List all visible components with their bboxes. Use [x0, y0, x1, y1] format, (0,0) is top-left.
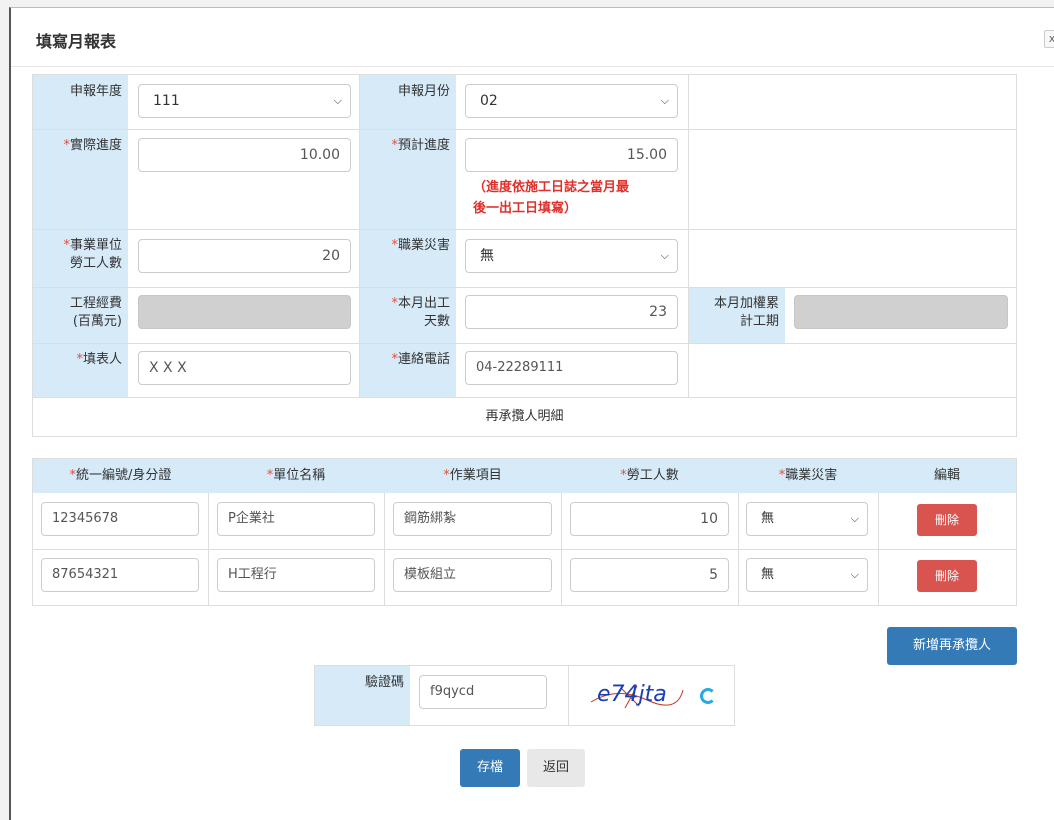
row-name-input[interactable]: H工程行 — [217, 558, 375, 592]
modal-title: 填寫月報表 — [36, 32, 117, 51]
col-name: *單位名稱 — [266, 468, 326, 483]
row-id-input[interactable]: 87654321 — [41, 558, 199, 592]
accident-label: *職業災害 — [359, 229, 456, 287]
report-form: 申報年度 111 ⌵ 申報月份 02 ⌵ *實際進度 10.00 *預計進度 15.… — [32, 74, 1017, 437]
row-task-input[interactable]: 模板組立 — [393, 558, 552, 592]
budget-label: 工程經費 (百萬元) — [33, 287, 128, 343]
phone-input[interactable]: 04-22289111 — [465, 351, 678, 385]
subcontractor-table: *統一編號/身分證 *單位名稱 *作業項目 *勞工人數 *職業災害 編輯 123… — [32, 458, 1017, 606]
planned-progress-label: *預計進度 — [359, 129, 456, 229]
delete-button[interactable]: 刪除 — [917, 504, 977, 536]
row-workers-input[interactable]: 10 — [570, 502, 729, 536]
captcha-box: 驗證碼 f9qycd e74jta — [314, 665, 735, 726]
modal-header: 填寫月報表 x — [11, 8, 1054, 67]
row-accident-select[interactable]: 無 ⌵ — [746, 502, 868, 536]
subcontractor-section-title: 再承攬人明細 — [485, 409, 564, 424]
captcha-input[interactable]: f9qycd — [419, 675, 547, 709]
row-id-input[interactable]: 12345678 — [41, 502, 199, 536]
year-select[interactable]: 111 ⌵ — [138, 84, 351, 118]
accident-select[interactable]: 無 ⌵ — [465, 239, 678, 273]
actual-progress-input[interactable]: 10.00 — [138, 138, 351, 172]
planned-progress-input[interactable]: 15.00 — [465, 138, 678, 172]
budget-input — [138, 295, 351, 329]
month-select[interactable]: 02 ⌵ — [465, 84, 678, 118]
col-id: *統一編號/身分證 — [69, 468, 172, 483]
workers-input[interactable]: 20 — [138, 239, 351, 273]
save-button[interactable]: 存檔 — [460, 749, 520, 787]
progress-note: （進度依施工日誌之當月最 後一出工日填寫） — [473, 180, 630, 216]
chevron-down-icon: ⌵ — [660, 94, 669, 107]
workdays-label: *本月出工 天數 — [359, 287, 456, 343]
add-subcontractor-button[interactable]: 新增再承攬人 — [887, 627, 1017, 665]
chevron-down-icon: ⌵ — [333, 94, 342, 107]
year-label: 申報年度 — [33, 75, 128, 129]
chevron-down-icon: ⌵ — [850, 512, 859, 525]
filler-label: *填表人 — [33, 343, 128, 397]
chevron-down-icon: ⌵ — [660, 249, 669, 262]
table-header: *統一編號/身分證 *單位名稱 *作業項目 *勞工人數 *職業災害 編輯 — [33, 459, 1016, 493]
captcha-text: e74jta — [597, 682, 667, 707]
workdays-input[interactable]: 23 — [465, 295, 678, 329]
col-task: *作業項目 — [443, 468, 502, 483]
cumulative-input — [794, 295, 1008, 329]
col-edit: 編輯 — [933, 468, 960, 483]
row-accident-select[interactable]: 無 ⌵ — [746, 558, 868, 592]
col-accident: *職業災害 — [778, 468, 838, 483]
back-button[interactable]: 返回 — [527, 749, 585, 787]
close-button[interactable]: x — [1044, 30, 1054, 48]
captcha-label: 驗證碼 — [315, 666, 410, 725]
phone-label: *連絡電話 — [359, 343, 456, 397]
delete-button[interactable]: 刪除 — [917, 560, 977, 592]
workers-label: *事業單位 勞工人數 — [33, 229, 128, 287]
month-label: 申報月份 — [359, 75, 456, 129]
chevron-down-icon: ⌵ — [850, 568, 859, 581]
row-name-input[interactable]: P企業社 — [217, 502, 375, 536]
actual-progress-label: *實際進度 — [33, 129, 128, 229]
captcha-image: e74jta — [587, 680, 687, 712]
refresh-icon[interactable] — [700, 688, 716, 704]
cumulative-label: 本月加權累 計工期 — [688, 287, 785, 343]
col-workers: *勞工人數 — [620, 468, 679, 483]
monthly-report-modal: 填寫月報表 x 申報年度 111 ⌵ 申報月份 02 ⌵ *實際進度 10.00 *… — [9, 7, 1054, 820]
row-workers-input[interactable]: 5 — [570, 558, 729, 592]
row-task-input[interactable]: 鋼筋綁紮 — [393, 502, 552, 536]
filler-input[interactable]: X X X — [138, 351, 351, 385]
